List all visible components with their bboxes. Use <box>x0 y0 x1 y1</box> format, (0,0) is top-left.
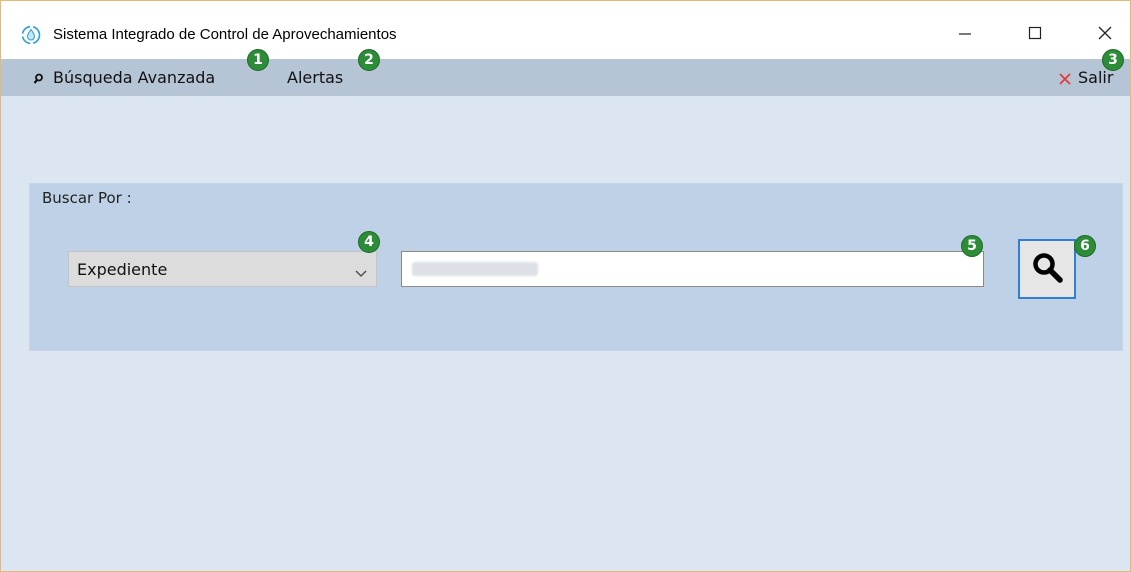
exit-menu[interactable]: Salir <box>1058 68 1113 88</box>
alerts-menu[interactable]: Alertas <box>287 68 343 88</box>
search-value-input[interactable] <box>401 251 984 287</box>
app-window: Sistema Integrado de Control de Aprovech… <box>0 0 1131 572</box>
search-by-group: Buscar Por : Expediente <box>29 183 1123 351</box>
search-by-select[interactable]: Expediente <box>68 251 377 287</box>
title-bar: Sistema Integrado de Control de Aprovech… <box>1 1 1130 59</box>
search-icon <box>33 71 47 85</box>
callout-badge-2: 2 <box>358 49 380 71</box>
water-drop-icon <box>21 25 41 45</box>
maximize-icon <box>1027 25 1043 45</box>
callout-badge-6: 6 <box>1074 235 1096 257</box>
minimize-icon <box>957 25 973 45</box>
chevron-down-icon <box>354 264 368 277</box>
redacted-value <box>412 262 538 276</box>
callout-badge-5: 5 <box>961 235 983 257</box>
callout-badge-4: 4 <box>358 231 380 253</box>
search-button[interactable] <box>1018 239 1076 299</box>
menu-bar: Búsqueda Avanzada Alertas Salir <box>1 59 1130 96</box>
window-title: Sistema Integrado de Control de Aprovech… <box>53 26 397 43</box>
close-icon <box>1058 71 1072 85</box>
maximize-button[interactable] <box>1015 21 1055 49</box>
advanced-search-label: Búsqueda Avanzada <box>53 68 216 87</box>
exit-label: Salir <box>1078 68 1114 87</box>
close-icon <box>1097 25 1113 45</box>
close-window-button[interactable] <box>1085 21 1125 49</box>
search-by-selected-value: Expediente <box>77 260 168 279</box>
advanced-search-menu[interactable]: Búsqueda Avanzada <box>33 68 215 88</box>
search-icon <box>1030 250 1064 288</box>
minimize-button[interactable] <box>945 21 985 49</box>
search-by-label: Buscar Por : <box>42 189 132 207</box>
callout-badge-3: 3 <box>1102 49 1124 71</box>
callout-badge-1: 1 <box>247 49 269 71</box>
